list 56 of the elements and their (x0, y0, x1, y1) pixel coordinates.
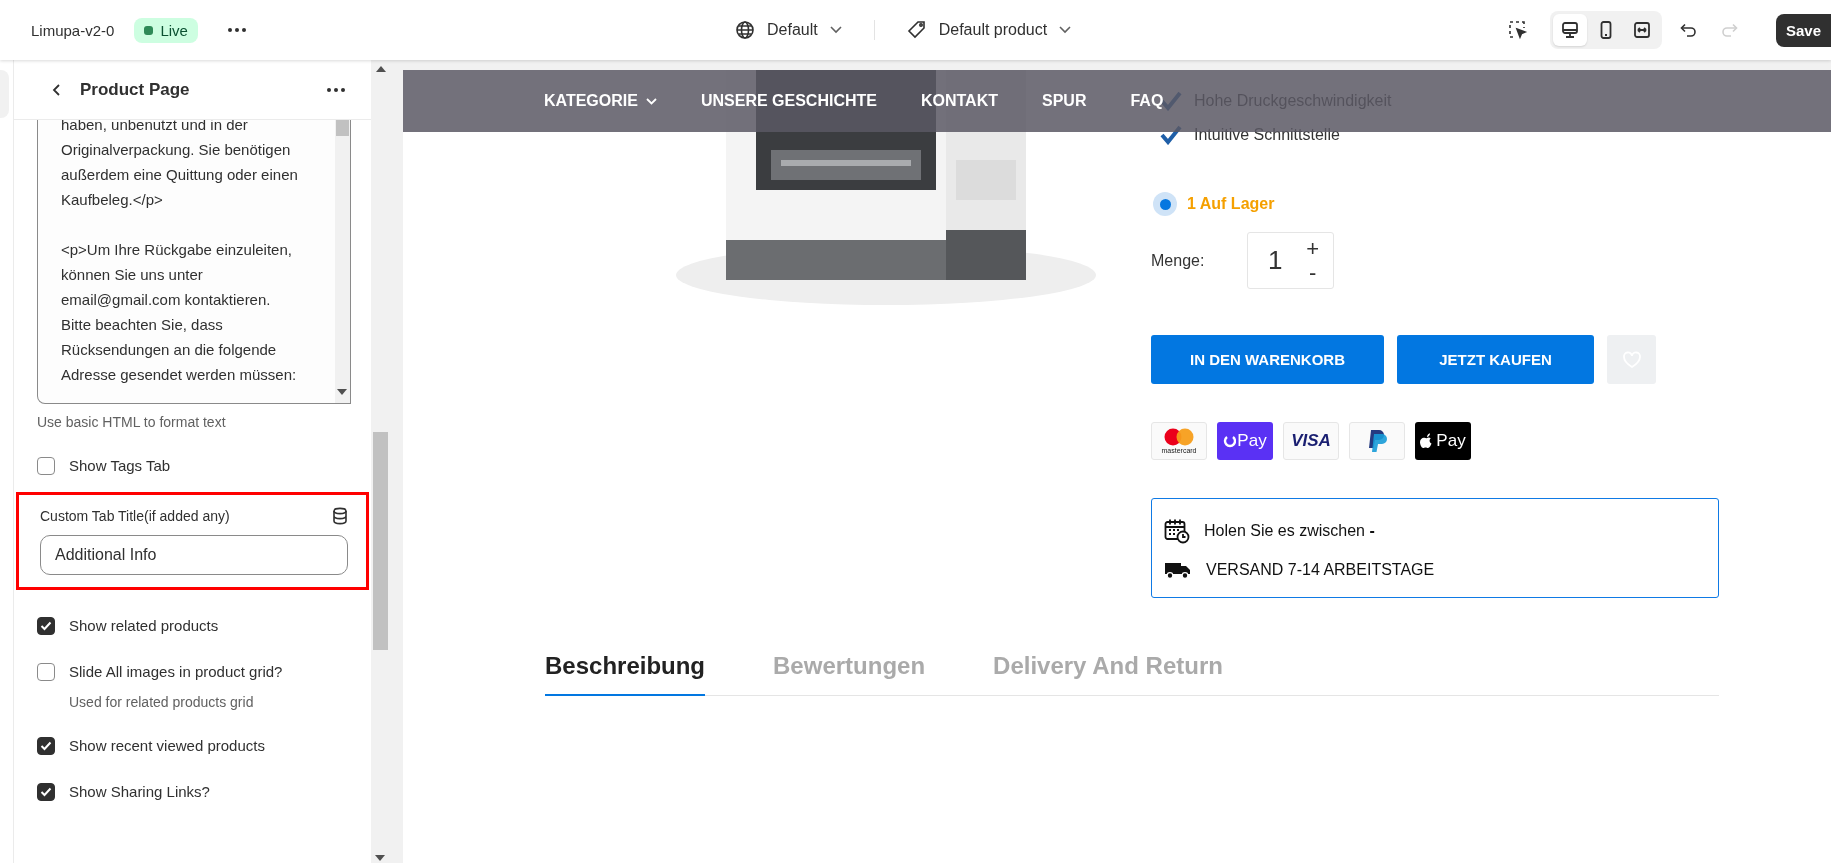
increase-button[interactable]: + (1306, 236, 1319, 261)
tag-icon (906, 20, 927, 40)
checkbox[interactable] (37, 783, 55, 801)
payment-logo: Pay (1415, 422, 1471, 460)
nav-link[interactable]: UNSERE GESCHICHTE (700, 92, 877, 110)
checkbox[interactable] (37, 457, 55, 475)
input-field[interactable]: Additional Info (40, 535, 348, 575)
checkbox-label: Slide All images in product grid? (69, 662, 283, 682)
scrollbar-thumb[interactable] (336, 120, 349, 136)
template-selector[interactable]: Default product (902, 14, 1076, 46)
scroll-up-icon[interactable] (375, 66, 386, 72)
calendar-icon (1164, 517, 1190, 544)
status-label: Live (160, 21, 188, 39)
truck-icon (1164, 560, 1192, 579)
html-editor-field[interactable]: haben, unbenutzt und in der Originalverpackung. Sie benötigen außerdem eine Quittung oder einen Kaufbeleg.</p> <p>Um Ihre Rückgabe einzuleiten, können Sie uns unter email@gmail.com kontaktieren. Bitte beachten Sie, dass Rücksendungen an die folgende Adresse gesendet werden müssen: (37, 120, 351, 404)
quantity-label: Menge: (1151, 251, 1206, 270)
checkbox-label: Show Sharing Links? (69, 782, 210, 802)
buy-now-button[interactable]: JETZT KAUFEN (1397, 335, 1594, 384)
payment-logo: Pay (1217, 422, 1273, 460)
add-to-cart-button[interactable]: IN DEN WARENKORB (1151, 335, 1384, 384)
quantity-field[interactable]: 1 + - (1247, 232, 1334, 289)
product-tab[interactable]: Beschreibung (545, 642, 706, 696)
checkbox-label: Show recent viewed products (69, 736, 265, 756)
payment-logo (1349, 422, 1405, 460)
checkbox[interactable] (37, 737, 55, 755)
delivery-text: VERSAND 7-14 ARBEITSTAGE (1206, 560, 1435, 579)
panel-title: Product Page (80, 79, 190, 100)
globe-icon (735, 20, 755, 40)
stock-indicator-icon (1153, 192, 1177, 216)
nav-link[interactable]: KONTAKT (920, 92, 998, 110)
nav-link[interactable]: SPUR (1042, 92, 1087, 110)
scroll-down-icon[interactable] (337, 389, 347, 395)
delivery-text: Holen Sie es zwischen - (1204, 521, 1375, 540)
nav-link[interactable]: FAQ (1130, 92, 1164, 110)
database-icon[interactable] (332, 507, 348, 525)
decrease-button[interactable]: - (1306, 260, 1319, 285)
chevron-down-icon (829, 26, 842, 34)
chevron-down-icon (1059, 26, 1072, 34)
field-label: Custom Tab Title(if added any) (40, 508, 230, 524)
checkbox-label: Show related products (69, 616, 219, 636)
save-button[interactable]: Save (1775, 13, 1831, 47)
checkbox[interactable] (37, 663, 55, 681)
stock-status: 1 Auf Lager (1187, 195, 1275, 213)
setting-hint: Used for related products grid (69, 694, 255, 710)
language-selector[interactable]: Default (731, 14, 846, 46)
payment-logo: VISA (1283, 422, 1339, 460)
checkbox-label: Show Tags Tab (69, 456, 171, 476)
scroll-down-icon[interactable] (375, 855, 385, 861)
nav-link[interactable]: KATEGORIE (544, 92, 657, 110)
desktop-view-button[interactable] (1552, 14, 1587, 46)
desktop-icon (1559, 20, 1580, 40)
fullwidth-icon (1631, 20, 1652, 40)
checkbox[interactable] (37, 617, 55, 635)
store-name: Limupa-v2-0 (31, 21, 115, 39)
editor-hint: Use basic HTML to format text (37, 414, 227, 430)
scrollbar-thumb[interactable] (373, 432, 388, 650)
